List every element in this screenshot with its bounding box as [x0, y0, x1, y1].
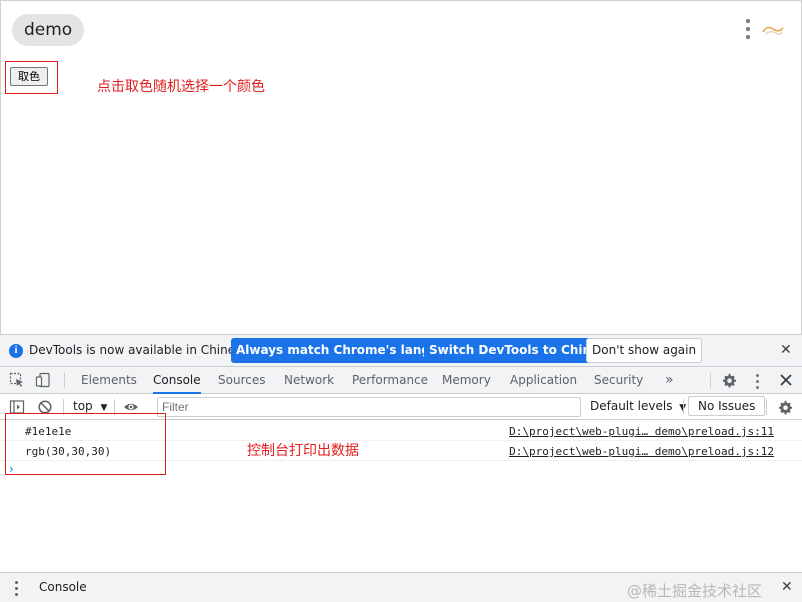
inspect-icon[interactable]	[9, 372, 25, 388]
context-selector[interactable]: top ▼	[73, 399, 107, 413]
drawer-menu-icon[interactable]	[13, 580, 19, 598]
device-toggle-icon[interactable]	[35, 372, 51, 388]
toolbar-divider	[766, 399, 767, 415]
filter-input[interactable]	[157, 397, 581, 417]
tab-network[interactable]: Network	[284, 367, 334, 394]
source-link[interactable]: D:\project\web-plugi… demo\preload.js:12	[509, 445, 774, 458]
page-viewport: demo 取色 点击取色随机选择一个颜色	[0, 0, 802, 334]
console-annotation: 控制台打印出数据	[247, 443, 359, 459]
more-vert-icon[interactable]	[741, 17, 755, 43]
info-icon: i	[9, 344, 23, 358]
watermark: @稀土掘金技术社区	[627, 582, 763, 600]
tab-elements[interactable]: Elements	[81, 367, 137, 394]
log-levels-dropdown[interactable]: Default levels ▼	[590, 399, 686, 413]
tab-sources[interactable]: Sources	[218, 367, 265, 394]
console-drawer: Console @稀土掘金技术社区 ✕	[0, 572, 802, 602]
tab-memory[interactable]: Memory	[442, 367, 491, 394]
toolbar-divider	[683, 399, 684, 415]
page-title-chip: demo	[12, 14, 85, 46]
levels-label: Default levels	[590, 399, 673, 413]
tab-application[interactable]: Application	[510, 367, 577, 394]
language-infobar: i DevTools is now available in Chinese! …	[0, 335, 802, 367]
dont-show-again-button[interactable]: Don't show again	[586, 338, 703, 363]
pick-annotation: 点击取色随机选择一个颜色	[97, 79, 265, 95]
console-output-highlight	[5, 413, 166, 475]
extension-icon[interactable]	[761, 23, 785, 37]
close-icon[interactable]: ✕	[781, 579, 793, 595]
devtools-panel: i DevTools is now available in Chinese! …	[0, 334, 802, 602]
pick-color-button[interactable]: 取色	[10, 67, 48, 86]
tab-security[interactable]: Security	[594, 367, 643, 394]
devtools-menu-icon[interactable]	[750, 373, 764, 391]
more-tabs-icon[interactable]: »	[665, 367, 674, 394]
tab-divider	[710, 373, 711, 388]
settings-icon[interactable]	[721, 372, 737, 388]
console-settings-icon[interactable]	[777, 399, 793, 415]
tab-console[interactable]: Console	[153, 367, 201, 394]
issues-button[interactable]: No Issues	[688, 396, 766, 416]
drawer-tab-console[interactable]: Console	[31, 573, 95, 602]
dropdown-icon: ▼	[100, 403, 108, 413]
tab-performance[interactable]: Performance	[352, 367, 428, 394]
devtools-tabbar: Elements Console Sources Network Perform…	[0, 367, 802, 394]
infobar-message: DevTools is now available in Chinese!	[29, 343, 254, 357]
close-icon[interactable]: ✕	[780, 342, 792, 358]
context-label: top	[73, 399, 93, 413]
close-devtools-icon[interactable]	[779, 373, 793, 387]
source-link[interactable]: D:\project\web-plugi… demo\preload.js:11	[509, 425, 774, 438]
tab-divider	[64, 373, 65, 388]
